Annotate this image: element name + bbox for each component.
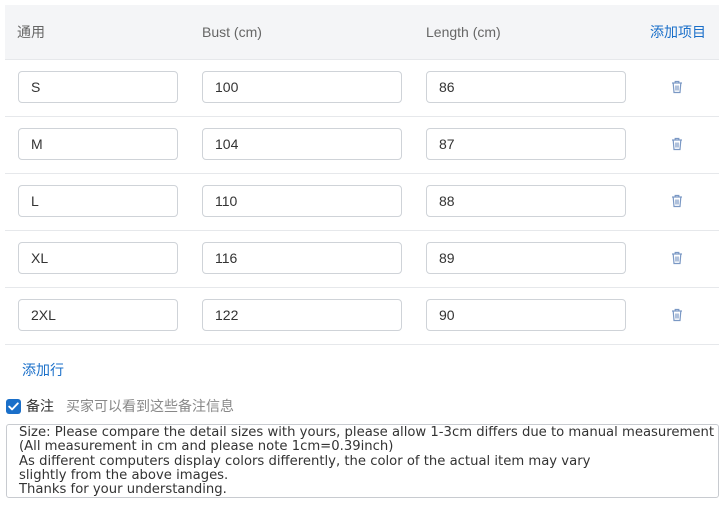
length-input[interactable]	[426, 299, 626, 331]
trash-icon[interactable]	[671, 308, 683, 322]
checkmark-icon	[8, 401, 19, 410]
size-input[interactable]	[18, 71, 178, 103]
size-table: 通用 Bust (cm) Length (cm) 添加项目	[5, 5, 719, 345]
remark-hint: 买家可以看到这些备注信息	[66, 398, 234, 414]
bust-input[interactable]	[202, 185, 402, 217]
trash-icon[interactable]	[671, 251, 683, 265]
size-input[interactable]	[18, 242, 178, 274]
length-input[interactable]	[426, 242, 626, 274]
remark-label: 备注	[26, 398, 54, 414]
bust-input[interactable]	[202, 128, 402, 160]
size-input[interactable]	[18, 185, 178, 217]
table-row	[5, 117, 719, 174]
remark-checkbox[interactable]	[6, 398, 21, 414]
table-row	[5, 231, 719, 288]
header-length-column: Length (cm)	[426, 24, 501, 40]
length-input[interactable]	[426, 71, 626, 103]
add-row-link[interactable]: 添加行	[22, 360, 64, 380]
size-input[interactable]	[18, 128, 178, 160]
bust-input[interactable]	[202, 242, 402, 274]
trash-icon[interactable]	[671, 80, 683, 94]
trash-icon[interactable]	[671, 137, 683, 151]
add-item-link[interactable]: 添加项目	[650, 5, 706, 60]
header-bust-column: Bust (cm)	[202, 24, 262, 40]
table-row	[5, 60, 719, 117]
bust-input[interactable]	[202, 299, 402, 331]
remark-textarea[interactable]: Size: Please compare the detail sizes wi…	[6, 424, 719, 498]
table-row	[5, 288, 719, 345]
header-label-column: 通用	[17, 24, 45, 40]
table-header: 通用 Bust (cm) Length (cm) 添加项目	[5, 5, 719, 60]
table-row	[5, 174, 719, 231]
remark-option: 备注 买家可以看到这些备注信息	[6, 396, 234, 416]
length-input[interactable]	[426, 185, 626, 217]
length-input[interactable]	[426, 128, 626, 160]
trash-icon[interactable]	[671, 194, 683, 208]
bust-input[interactable]	[202, 71, 402, 103]
size-input[interactable]	[18, 299, 178, 331]
